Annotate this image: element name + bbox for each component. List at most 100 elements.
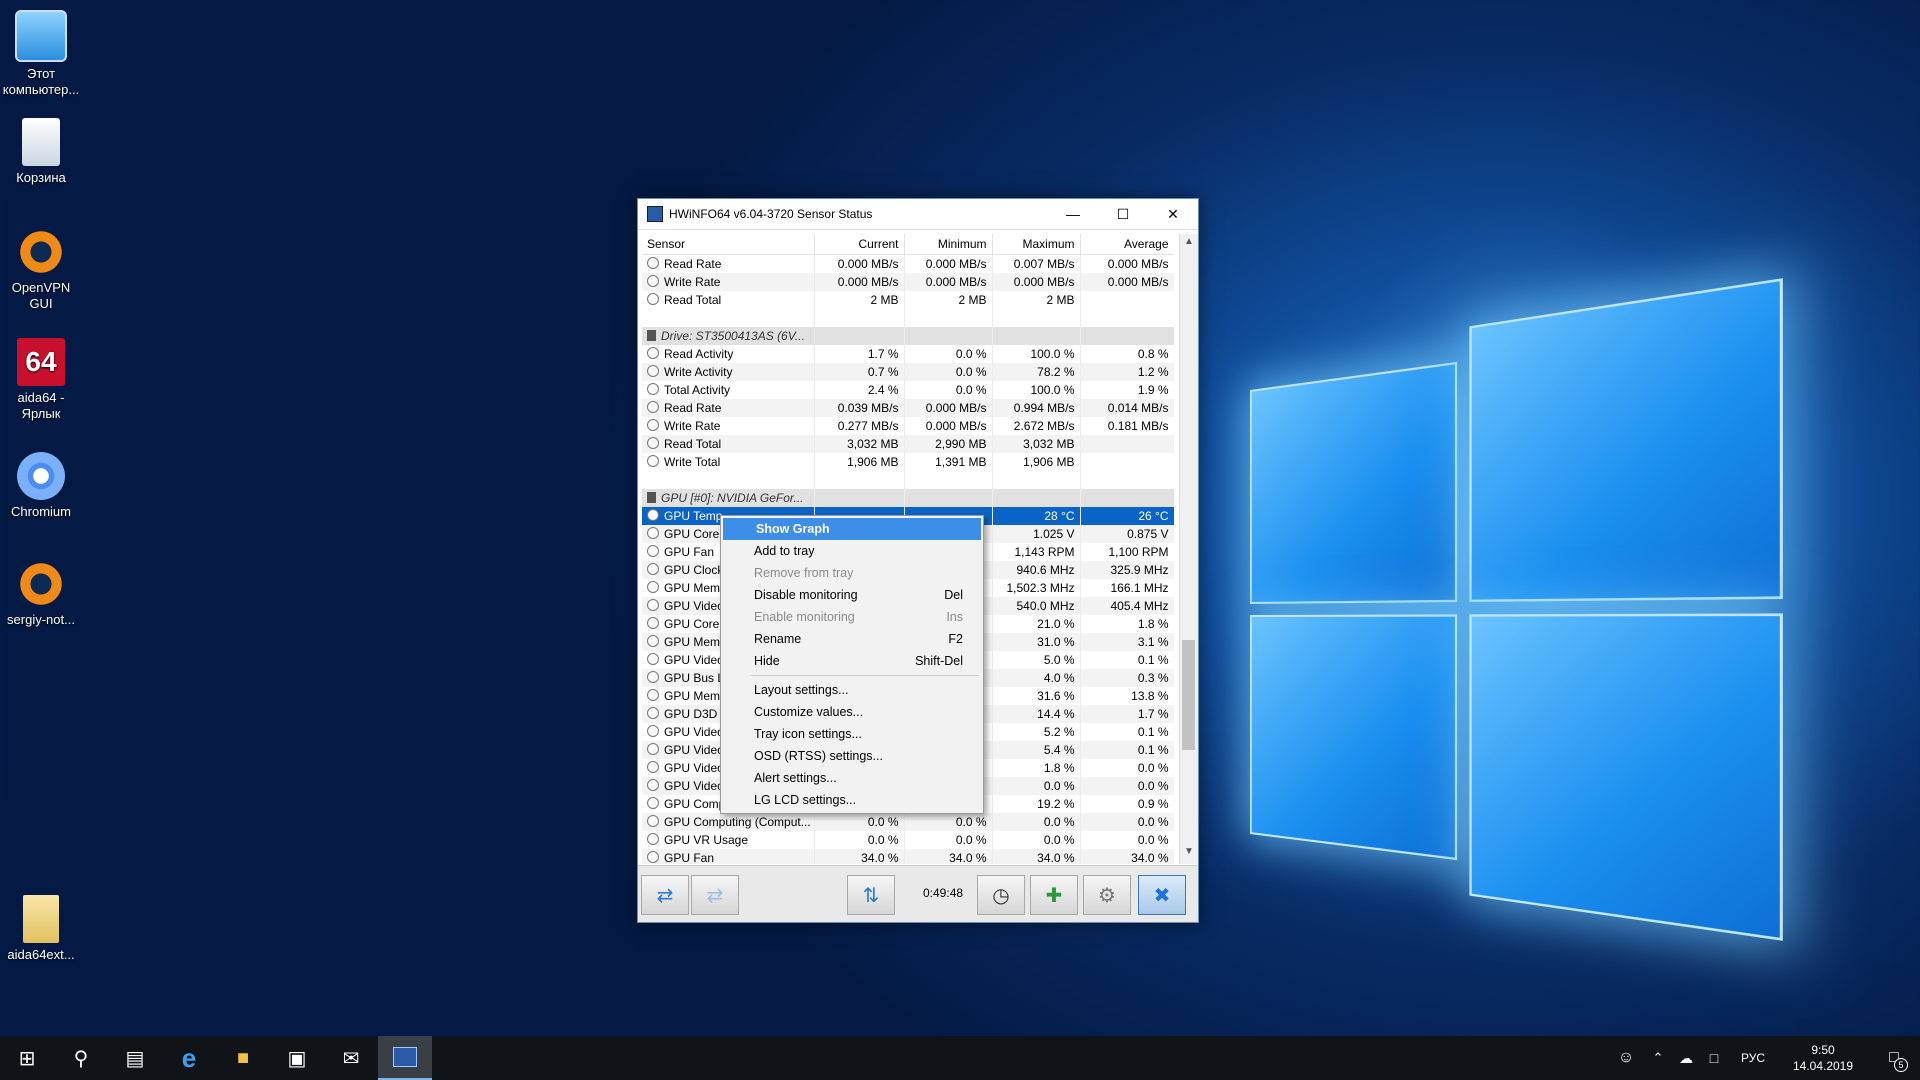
sensor-value-avg: 0.3 % [1080,669,1174,687]
desktop-icon-openvpn[interactable]: OpenVPN GUI [0,228,82,312]
sensor-name: Read Rate [664,257,721,271]
network-tray[interactable]: □ [1700,1036,1728,1080]
menu-item-add-to-tray[interactable]: Add to tray [721,540,983,562]
sensor-value-max: 0.0 % [992,813,1080,831]
sensor-row[interactable]: Write Rate 0.000 MB/s 0.000 MB/s 0.000 MB/s… [642,273,1174,291]
add-report-icon: ✚ [1046,883,1063,908]
menu-item-label: Disable monitoring [754,588,944,602]
show-hidden-icons-button[interactable]: ⌃ [1644,1036,1672,1080]
desktop-icon-recycle-bin[interactable]: Корзина [0,118,82,186]
sensor-value-min: 0.000 MB/s [904,417,992,435]
onedrive-tray[interactable]: ☁ [1672,1036,1700,1080]
sensor-status-icon [647,257,659,269]
sensor-row[interactable]: Read Rate 0.039 MB/s 0.000 MB/s 0.994 MB/s 0… [642,399,1174,417]
taskbar-edge[interactable]: e [162,1036,216,1080]
sensor-value-avg: 0.1 % [1080,741,1174,759]
menu-item-rename[interactable]: Rename F2 [721,628,983,650]
sensor-status-icon [647,707,659,719]
menu-item-customize-values[interactable]: Customize values... [721,701,983,723]
sensor-name: Read Rate [664,401,721,415]
sensor-row[interactable]: GPU Fan 34.0 % 34.0 % 34.0 % 34.0 % [642,849,1174,864]
menu-item-layout-settings[interactable]: Layout settings... [721,679,983,701]
search-button[interactable]: ⚲ [54,1036,108,1080]
sensor-row[interactable]: Read Total 2 MB 2 MB 2 MB [642,291,1174,309]
sensor-value-max: 34.0 % [992,849,1080,864]
menu-item-disable-monitoring[interactable]: Disable monitoring Del [721,584,983,606]
menu-item-tray-icon-settings[interactable]: Tray icon settings... [721,723,983,745]
column-header-current[interactable]: Current [814,234,904,255]
menu-item-osd-rtss-settings[interactable]: OSD (RTSS) settings... [721,745,983,767]
taskbar-hwinfo[interactable] [378,1036,432,1080]
sensor-row[interactable]: Read Total 3,032 MB 2,990 MB 3,032 MB [642,435,1174,453]
sensor-value-cur: 0.039 MB/s [814,399,904,417]
archive-icon [23,895,59,943]
taskbar-explorer[interactable]: ■ [216,1036,270,1080]
taskbar-store[interactable]: ▣ [270,1036,324,1080]
taskbar-mail[interactable]: ✉ [324,1036,378,1080]
logging-button[interactable]: ✚ [1030,875,1078,915]
close-button[interactable]: ✕ [1148,199,1198,229]
sensor-value-min: 2,990 MB [904,435,992,453]
close-sensors-button[interactable]: ✖ [1138,875,1186,915]
start-button[interactable]: ⊞ [0,1036,54,1080]
collapse-arrows-button[interactable]: ⇄ [691,875,739,915]
sensor-status-icon [647,401,659,413]
scroll-down-arrow-icon[interactable]: ▼ [1180,846,1198,862]
sensor-row[interactable]: Write Total 1,906 MB 1,391 MB 1,906 MB [642,453,1174,471]
vertical-scrollbar[interactable]: ▲ ▼ [1179,234,1198,864]
menu-item-lg-lcd-settings[interactable]: LG LCD settings... [721,789,983,811]
column-header-average[interactable]: Average [1080,234,1174,255]
minimize-button[interactable]: — [1048,199,1098,229]
menu-item-show-graph[interactable]: Show Graph [723,518,981,540]
sensor-value-avg: 0.000 MB/s [1080,255,1174,274]
window-titlebar[interactable]: HWiNFO64 v6.04-3720 Sensor Status — ☐ ✕ [638,199,1198,230]
computer-icon [15,10,67,62]
menu-item-hide[interactable]: Hide Shift-Del [721,650,983,672]
sensor-row[interactable]: Read Activity 1.7 % 0.0 % 100.0 % 0.8 % [642,345,1174,363]
people-button[interactable]: ☺ [1608,1036,1644,1080]
tray-clock[interactable]: 9:50 14.04.2019 [1778,1042,1868,1074]
sensor-row[interactable]: GPU Computing (Comput... 0.0 % 0.0 % 0.0 % 0… [642,813,1174,831]
settings-button[interactable]: ⚙ [1083,875,1131,915]
cloud-icon: ☁ [1679,1050,1693,1067]
desktop-icon-chromium[interactable]: Chromium [0,452,82,520]
menu-item-label: LG LCD settings... [754,793,963,807]
desktop-icon-computer[interactable]: Этот компьютер... [0,10,82,98]
task-view-button[interactable]: ▤ [108,1036,162,1080]
scrollbar-thumb[interactable] [1182,640,1195,750]
column-header-minimum[interactable]: Minimum [904,234,992,255]
table-spacer-row [642,471,1174,489]
language-indicator[interactable]: РУС [1728,1036,1778,1080]
expand-arrows-button[interactable]: ⇄ [641,875,689,915]
sensor-value-avg [1080,453,1174,471]
elapsed-timer: 0:49:48 [923,886,963,900]
clock-reset-button[interactable]: ◷ [977,875,1025,915]
network-button[interactable]: ⇅ [847,875,895,915]
desktop-icon-aida64ext[interactable]: aida64ext... [0,895,82,963]
maximize-button[interactable]: ☐ [1098,199,1148,229]
sensor-row[interactable]: GPU VR Usage 0.0 % 0.0 % 0.0 % 0.0 % [642,831,1174,849]
column-header-maximum[interactable]: Maximum [992,234,1080,255]
notification-count: 5 [1894,1058,1908,1072]
window-title: HWiNFO64 v6.04-3720 Sensor Status [669,207,1048,221]
column-header-sensor[interactable]: Sensor [642,234,814,255]
desktop-icon-aida64[interactable]: 64 aida64 - Ярлык [0,338,82,422]
scroll-up-arrow-icon[interactable]: ▲ [1180,236,1198,252]
sensor-value-avg: 0.0 % [1080,831,1174,849]
recycle-bin-icon [22,118,60,166]
action-center-button[interactable]: □ 5 [1868,1036,1920,1080]
sensor-row[interactable]: Write Rate 0.277 MB/s 0.000 MB/s 2.672 MB/s… [642,417,1174,435]
sensor-value-avg: 0.0 % [1080,777,1174,795]
sensor-value-cur: 0.7 % [814,363,904,381]
sensor-group-row[interactable]: Drive: ST3500413AS (6V... [642,327,1174,345]
sensor-row[interactable]: Total Activity 2.4 % 0.0 % 100.0 % 1.9 % [642,381,1174,399]
openvpn-config-icon [17,560,65,608]
sensor-group-row[interactable]: GPU [#0]: NVIDIA GeFor... [642,489,1174,507]
sensor-row[interactable]: Write Activity 0.7 % 0.0 % 78.2 % 1.2 % [642,363,1174,381]
desktop-icon-vpn-config[interactable]: sergiy-not... [0,560,82,628]
sensor-status-icon [647,581,659,593]
menu-item-alert-settings[interactable]: Alert settings... [721,767,983,789]
sensor-value-max: 5.4 % [992,741,1080,759]
sensor-name: Read Total [664,437,721,451]
sensor-row[interactable]: Read Rate 0.000 MB/s 0.000 MB/s 0.007 MB/s 0… [642,255,1174,274]
